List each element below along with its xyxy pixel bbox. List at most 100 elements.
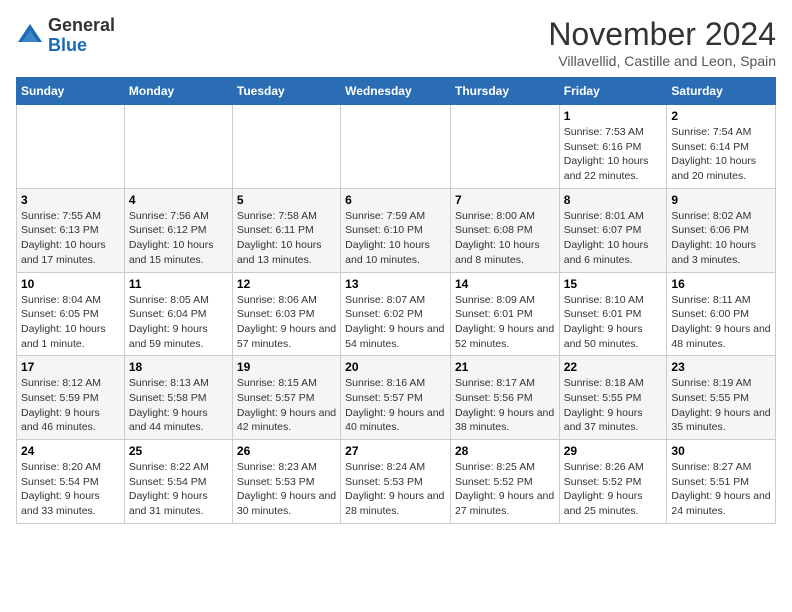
day-number: 17: [21, 360, 120, 374]
day-number: 26: [237, 444, 336, 458]
day-number: 8: [564, 193, 663, 207]
week-row-4: 17Sunrise: 8:12 AM Sunset: 5:59 PM Dayli…: [17, 356, 776, 440]
day-info: Sunrise: 8:05 AM Sunset: 6:04 PM Dayligh…: [129, 293, 228, 352]
day-header-monday: Monday: [124, 78, 232, 105]
day-cell: [341, 105, 451, 189]
day-info: Sunrise: 7:54 AM Sunset: 6:14 PM Dayligh…: [671, 125, 771, 184]
day-cell: 27Sunrise: 8:24 AM Sunset: 5:53 PM Dayli…: [341, 440, 451, 524]
day-info: Sunrise: 8:10 AM Sunset: 6:01 PM Dayligh…: [564, 293, 663, 352]
day-number: 22: [564, 360, 663, 374]
day-info: Sunrise: 8:25 AM Sunset: 5:52 PM Dayligh…: [455, 460, 555, 519]
location-title: Villavellid, Castille and Leon, Spain: [548, 53, 776, 69]
day-number: 23: [671, 360, 771, 374]
day-info: Sunrise: 7:59 AM Sunset: 6:10 PM Dayligh…: [345, 209, 446, 268]
day-cell: 19 Sunrise: 8:15 AM Sunset: 5:57 PM Dayli…: [232, 356, 340, 440]
week-row-3: 10Sunrise: 8:04 AM Sunset: 6:05 PM Dayli…: [17, 272, 776, 356]
logo-general: General: [48, 15, 115, 35]
day-cell: 11 Sunrise: 8:05 AM Sunset: 6:04 PM Dayli…: [124, 272, 232, 356]
day-number: 29: [564, 444, 663, 458]
day-info: Sunrise: 8:06 AM Sunset: 6:03 PM Dayligh…: [237, 293, 336, 352]
day-info: Sunrise: 8:18 AM Sunset: 5:55 PM Dayligh…: [564, 376, 663, 435]
day-cell: 5 Sunrise: 7:58 AM Sunset: 6:11 PM Daylig…: [232, 188, 340, 272]
day-info: Sunrise: 8:02 AM Sunset: 6:06 PM Dayligh…: [671, 209, 771, 268]
week-row-2: 3Sunrise: 7:55 AM Sunset: 6:13 PM Daylig…: [17, 188, 776, 272]
day-cell: 30 Sunrise: 8:27 AM Sunset: 5:51 PM Dayli…: [667, 440, 776, 524]
day-number: 4: [129, 193, 228, 207]
day-cell: 23 Sunrise: 8:19 AM Sunset: 5:55 PM Dayli…: [667, 356, 776, 440]
day-info: Sunrise: 8:27 AM Sunset: 5:51 PM Dayligh…: [671, 460, 771, 519]
day-number: 24: [21, 444, 120, 458]
day-info: Sunrise: 7:56 AM Sunset: 6:12 PM Dayligh…: [129, 209, 228, 268]
day-cell: 21 Sunrise: 8:17 AM Sunset: 5:56 PM Dayli…: [450, 356, 559, 440]
day-number: 25: [129, 444, 228, 458]
day-number: 9: [671, 193, 771, 207]
day-number: 10: [21, 277, 120, 291]
day-header-sunday: Sunday: [17, 78, 125, 105]
day-info: Sunrise: 8:07 AM Sunset: 6:02 PM Dayligh…: [345, 293, 446, 352]
day-cell: 12 Sunrise: 8:06 AM Sunset: 6:03 PM Dayli…: [232, 272, 340, 356]
day-cell: 16Sunrise: 8:11 AM Sunset: 6:00 PM Dayli…: [667, 272, 776, 356]
day-cell: 18Sunrise: 8:13 AM Sunset: 5:58 PM Dayli…: [124, 356, 232, 440]
day-number: 5: [237, 193, 336, 207]
day-info: Sunrise: 8:15 AM Sunset: 5:57 PM Dayligh…: [237, 376, 336, 435]
day-info: Sunrise: 8:00 AM Sunset: 6:08 PM Dayligh…: [455, 209, 555, 268]
day-cell: 10Sunrise: 8:04 AM Sunset: 6:05 PM Dayli…: [17, 272, 125, 356]
day-number: 11: [129, 277, 228, 291]
day-header-wednesday: Wednesday: [341, 78, 451, 105]
day-info: Sunrise: 8:23 AM Sunset: 5:53 PM Dayligh…: [237, 460, 336, 519]
day-number: 30: [671, 444, 771, 458]
day-info: Sunrise: 8:26 AM Sunset: 5:52 PM Dayligh…: [564, 460, 663, 519]
day-number: 13: [345, 277, 446, 291]
day-header-thursday: Thursday: [450, 78, 559, 105]
day-info: Sunrise: 7:55 AM Sunset: 6:13 PM Dayligh…: [21, 209, 120, 268]
day-cell: [450, 105, 559, 189]
logo-icon: [16, 22, 44, 50]
week-row-1: 1Sunrise: 7:53 AM Sunset: 6:16 PM Daylig…: [17, 105, 776, 189]
day-number: 21: [455, 360, 555, 374]
day-info: Sunrise: 8:17 AM Sunset: 5:56 PM Dayligh…: [455, 376, 555, 435]
day-cell: 4 Sunrise: 7:56 AM Sunset: 6:12 PM Daylig…: [124, 188, 232, 272]
day-number: 2: [671, 109, 771, 123]
day-cell: [232, 105, 340, 189]
page-header: General Blue November 2024 Villavellid, …: [16, 16, 776, 69]
day-info: Sunrise: 8:20 AM Sunset: 5:54 PM Dayligh…: [21, 460, 120, 519]
title-block: November 2024 Villavellid, Castille and …: [548, 16, 776, 69]
day-cell: 8Sunrise: 8:01 AM Sunset: 6:07 PM Daylig…: [559, 188, 667, 272]
day-info: Sunrise: 7:53 AM Sunset: 6:16 PM Dayligh…: [564, 125, 663, 184]
day-header-saturday: Saturday: [667, 78, 776, 105]
day-cell: 6 Sunrise: 7:59 AM Sunset: 6:10 PM Daylig…: [341, 188, 451, 272]
day-cell: 14Sunrise: 8:09 AM Sunset: 6:01 PM Dayli…: [450, 272, 559, 356]
day-cell: 7Sunrise: 8:00 AM Sunset: 6:08 PM Daylig…: [450, 188, 559, 272]
logo-text: General Blue: [48, 16, 115, 56]
logo-blue: Blue: [48, 35, 87, 55]
day-cell: 17Sunrise: 8:12 AM Sunset: 5:59 PM Dayli…: [17, 356, 125, 440]
day-cell: 25 Sunrise: 8:22 AM Sunset: 5:54 PM Dayli…: [124, 440, 232, 524]
day-number: 16: [671, 277, 771, 291]
week-row-5: 24 Sunrise: 8:20 AM Sunset: 5:54 PM Dayli…: [17, 440, 776, 524]
day-cell: 28 Sunrise: 8:25 AM Sunset: 5:52 PM Dayli…: [450, 440, 559, 524]
day-info: Sunrise: 8:22 AM Sunset: 5:54 PM Dayligh…: [129, 460, 228, 519]
day-number: 15: [564, 277, 663, 291]
day-cell: 29 Sunrise: 8:26 AM Sunset: 5:52 PM Dayli…: [559, 440, 667, 524]
day-info: Sunrise: 8:16 AM Sunset: 5:57 PM Dayligh…: [345, 376, 446, 435]
day-info: Sunrise: 8:09 AM Sunset: 6:01 PM Dayligh…: [455, 293, 555, 352]
day-cell: 24 Sunrise: 8:20 AM Sunset: 5:54 PM Dayli…: [17, 440, 125, 524]
logo: General Blue: [16, 16, 115, 56]
day-number: 19: [237, 360, 336, 374]
day-number: 12: [237, 277, 336, 291]
day-cell: 3Sunrise: 7:55 AM Sunset: 6:13 PM Daylig…: [17, 188, 125, 272]
day-cell: 2 Sunrise: 7:54 AM Sunset: 6:14 PM Daylig…: [667, 105, 776, 189]
day-info: Sunrise: 8:19 AM Sunset: 5:55 PM Dayligh…: [671, 376, 771, 435]
month-title: November 2024: [548, 16, 776, 53]
day-info: Sunrise: 8:13 AM Sunset: 5:58 PM Dayligh…: [129, 376, 228, 435]
day-header-friday: Friday: [559, 78, 667, 105]
day-cell: 15 Sunrise: 8:10 AM Sunset: 6:01 PM Dayli…: [559, 272, 667, 356]
day-number: 6: [345, 193, 446, 207]
calendar-table: SundayMondayTuesdayWednesdayThursdayFrid…: [16, 77, 776, 524]
day-cell: 1Sunrise: 7:53 AM Sunset: 6:16 PM Daylig…: [559, 105, 667, 189]
day-info: Sunrise: 7:58 AM Sunset: 6:11 PM Dayligh…: [237, 209, 336, 268]
day-cell: 22 Sunrise: 8:18 AM Sunset: 5:55 PM Dayli…: [559, 356, 667, 440]
day-number: 28: [455, 444, 555, 458]
day-header-tuesday: Tuesday: [232, 78, 340, 105]
day-number: 20: [345, 360, 446, 374]
